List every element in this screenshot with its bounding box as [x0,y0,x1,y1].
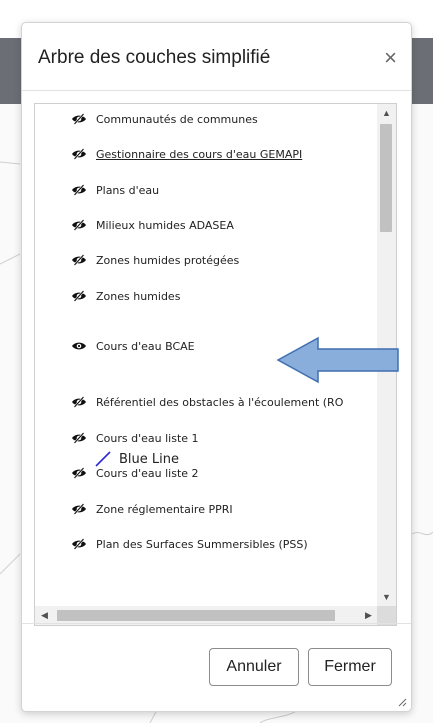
close-icon[interactable]: × [384,47,397,69]
scroll-up-arrow-icon[interactable]: ▲ [377,104,396,123]
layer-item[interactable]: Référentiel des obstacles à l'écoulement… [71,393,343,411]
layer-label: Cours d'eau BCAE [96,339,195,353]
horizontal-scroll-thumb[interactable] [57,610,335,621]
dialog-header: Arbre des couches simplifié × [22,23,411,91]
layer-item[interactable]: Cours d'eau liste 2 [71,464,199,482]
layer-label: Cours d'eau liste 2 [96,466,199,480]
layer-item[interactable]: Plan des Surfaces Summersibles (PSS) [71,535,308,553]
eye-slash-icon[interactable] [71,538,87,550]
eye-slash-icon[interactable] [71,254,87,266]
vertical-scroll-thumb[interactable] [380,124,392,232]
layer-label: Zones humides protégées [96,253,240,267]
eye-slash-icon[interactable] [71,113,87,125]
layer-item[interactable]: Gestionnaire des cours d'eau GEMAPI [71,145,302,163]
layer-label: Communautés de communes [96,112,258,126]
layer-item[interactable]: Zones humides protégées [71,251,239,269]
layer-item[interactable]: Cours d'eau liste 1 [71,429,199,447]
eye-slash-icon[interactable] [71,290,87,302]
layer-label: Zones humides [96,289,181,303]
dialog-footer: Annuler Fermer [22,623,411,711]
layer-item[interactable]: Zone réglementaire PPRI [71,500,233,518]
layer-label[interactable]: Gestionnaire des cours d'eau GEMAPI [96,148,302,161]
layer-label: Zone réglementaire PPRI [96,502,233,516]
callout-arrow [276,336,399,384]
close-button[interactable]: Fermer [308,648,392,686]
eye-slash-icon[interactable] [71,467,87,479]
layer-label: Cours d'eau liste 1 [96,431,199,445]
layer-label: Plans d'eau [96,183,160,197]
layer-item[interactable]: Communautés de communes [71,110,258,128]
eye-slash-icon[interactable] [71,184,87,196]
layer-item[interactable]: Plans d'eau [71,181,159,199]
cancel-button[interactable]: Annuler [209,648,299,686]
layer-label: Référentiel des obstacles à l'écoulement… [96,395,344,409]
eye-slash-icon[interactable] [71,396,87,408]
layer-item[interactable]: Milieux humides ADASEA [71,216,234,234]
layer-label: Milieux humides ADASEA [96,218,234,232]
eye-icon[interactable] [71,340,87,352]
layer-label: Plan des Surfaces Summersibles (PSS) [96,537,308,551]
resize-handle-icon[interactable] [397,697,407,707]
eye-slash-icon[interactable] [71,503,87,515]
layer-item[interactable]: Zones humides [71,287,180,305]
scroll-down-arrow-icon[interactable]: ▼ [377,588,396,607]
layer-item[interactable]: Cours d'eau BCAE [71,337,195,355]
eye-slash-icon[interactable] [71,148,87,160]
dialog-title: Arbre des couches simplifié [38,47,271,68]
eye-slash-icon[interactable] [71,432,87,444]
eye-slash-icon[interactable] [71,219,87,231]
